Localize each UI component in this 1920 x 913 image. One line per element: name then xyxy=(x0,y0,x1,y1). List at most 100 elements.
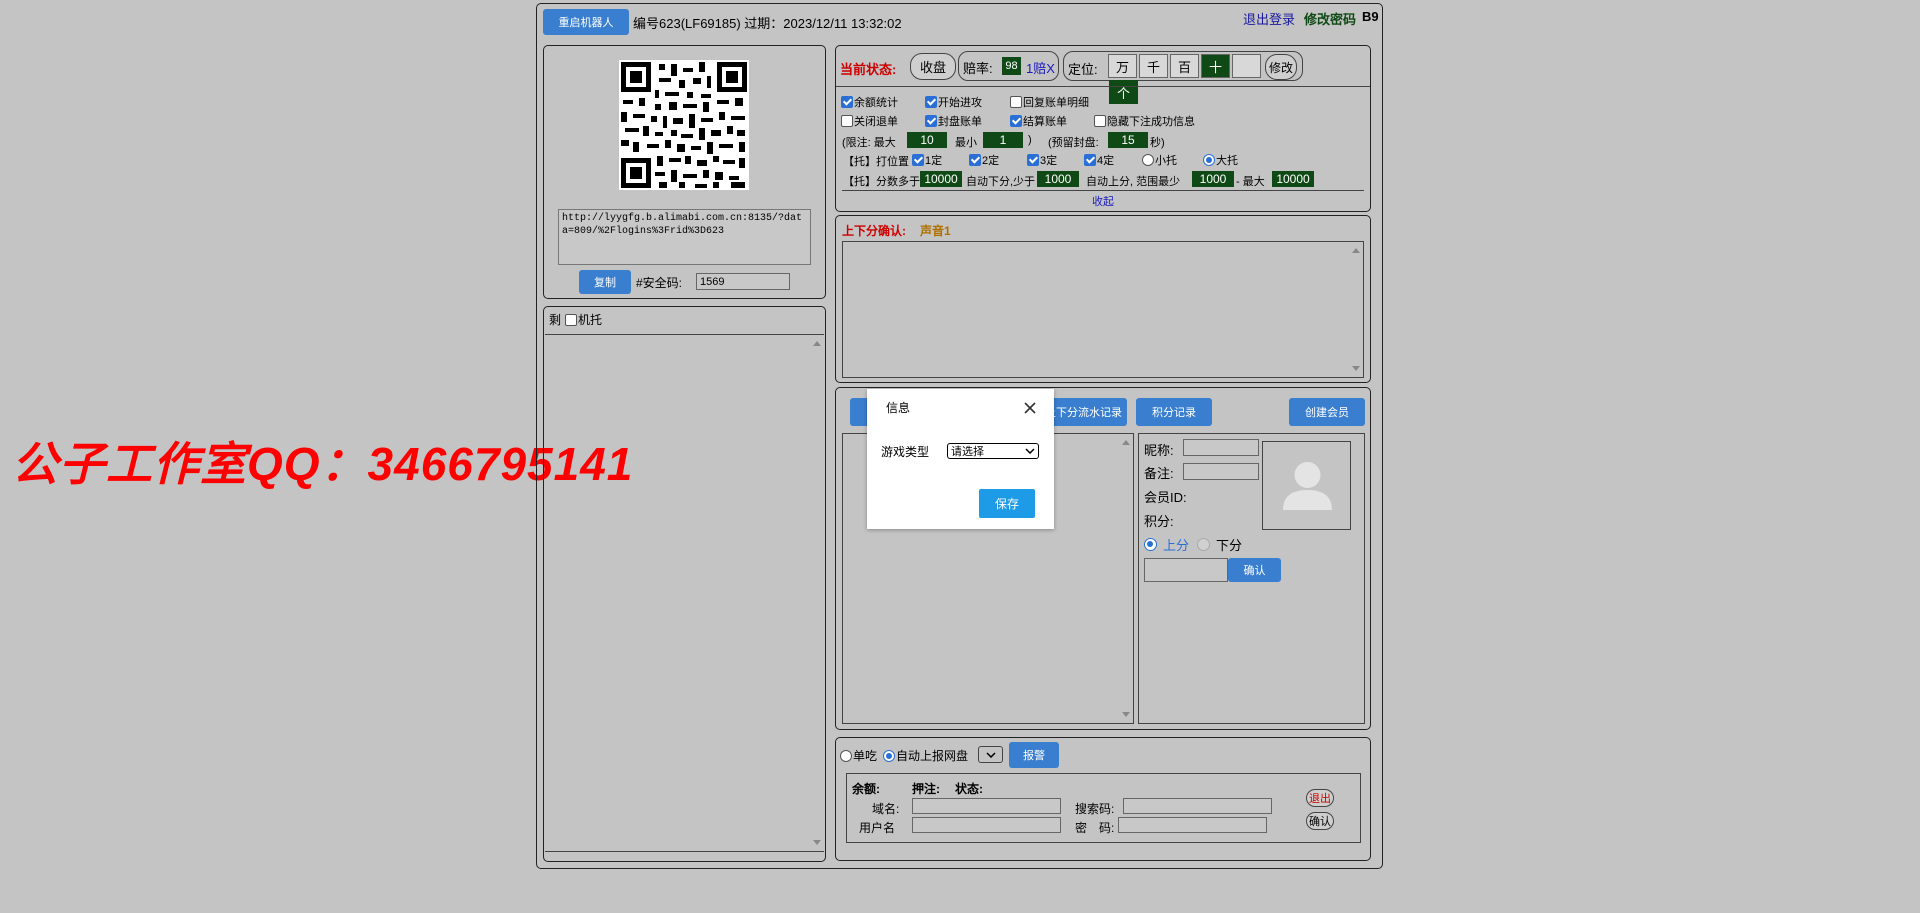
game-type-select[interactable]: 请选择 xyxy=(947,443,1039,459)
sound-label[interactable]: 声音1 xyxy=(920,222,951,239)
remaining-label: 剩 xyxy=(549,313,562,327)
settle-bill-checkbox[interactable] xyxy=(1010,115,1022,127)
support-pos-4[interactable]: 4定 xyxy=(1084,152,1114,168)
collapse-link[interactable]: 收起 xyxy=(1092,193,1114,209)
security-code-label: #安全码: xyxy=(636,276,683,290)
support-pos-2-label: 2定 xyxy=(982,155,1000,167)
robot-support-checkbox[interactable] xyxy=(565,313,578,326)
domain-input[interactable] xyxy=(912,798,1061,814)
domain-label: 域名: xyxy=(872,802,900,816)
nickname-input[interactable] xyxy=(1183,439,1259,456)
support-pos-2-checkbox[interactable] xyxy=(969,154,981,166)
support-pos-1[interactable]: 1定 xyxy=(912,152,942,168)
close-refund-checkbox[interactable] xyxy=(841,115,853,127)
left-log-area[interactable] xyxy=(545,334,824,852)
down-points-option[interactable]: 下分 xyxy=(1197,535,1242,554)
remark-input[interactable] xyxy=(1183,463,1259,480)
position-empty[interactable] xyxy=(1232,54,1261,78)
reserve-input[interactable]: 15 xyxy=(1108,132,1148,148)
confirm-log-scrollbar[interactable] xyxy=(1349,242,1363,377)
auto-report-option[interactable]: 自动上报网盘 xyxy=(883,747,968,764)
restart-robot-button[interactable]: 重启机器人 xyxy=(543,9,629,35)
support-pos-1-label: 1定 xyxy=(925,155,943,167)
logout-link[interactable]: 退出登录 xyxy=(1243,9,1295,28)
down-points-radio[interactable] xyxy=(1197,538,1210,551)
option-reply-bill-detail[interactable]: 回复账单明细 xyxy=(1010,94,1089,110)
support-pos-1-checkbox[interactable] xyxy=(912,154,924,166)
confirm-log-area[interactable] xyxy=(842,241,1364,378)
small-support-radio[interactable] xyxy=(1142,154,1154,166)
exit-button[interactable]: 退出 xyxy=(1306,789,1334,807)
close-market-button[interactable]: 收盘 xyxy=(910,53,956,80)
support-pos-4-checkbox[interactable] xyxy=(1084,154,1096,166)
security-code-input[interactable]: 1569 xyxy=(696,273,790,290)
range-max-input[interactable]: 10000 xyxy=(1272,171,1314,187)
option-start-attack[interactable]: 开始进攻 xyxy=(925,94,982,110)
limit-min-input[interactable]: 1 xyxy=(983,132,1023,148)
invite-url-text: http://lyygfg.b.alimabi.com.cn:8135/?dat… xyxy=(562,213,803,237)
option-settle-bill[interactable]: 结算账单 xyxy=(1010,113,1067,129)
score-input[interactable]: 10000 xyxy=(920,171,962,187)
modal-save-button[interactable]: 保存 xyxy=(979,489,1035,518)
member-list-scrollbar[interactable] xyxy=(1119,434,1133,723)
start-attack-label: 开始进攻 xyxy=(938,97,982,109)
close-bill-checkbox[interactable] xyxy=(925,115,937,127)
start-attack-checkbox[interactable] xyxy=(925,96,937,108)
settle-bill-label: 结算账单 xyxy=(1023,116,1067,128)
left-log-scrollbar[interactable] xyxy=(810,335,824,851)
password-input[interactable] xyxy=(1118,817,1267,833)
username-input[interactable] xyxy=(912,817,1061,833)
hide-bet-success-checkbox[interactable] xyxy=(1094,115,1106,127)
option-close-refund[interactable]: 关闭退单 xyxy=(841,113,898,129)
balance-stats-checkbox[interactable] xyxy=(841,96,853,108)
avatar xyxy=(1262,441,1351,530)
reserve-label: (预留封盘: xyxy=(1048,137,1099,149)
ok-button[interactable]: 确认 xyxy=(1306,812,1334,830)
balance-label: 余额: xyxy=(852,782,880,796)
reply-bill-detail-checkbox[interactable] xyxy=(1010,96,1022,108)
report-select[interactable] xyxy=(978,746,1003,763)
support-pos-2[interactable]: 2定 xyxy=(969,152,999,168)
position-bai[interactable]: 百 xyxy=(1170,54,1199,78)
robot-support-label: 机托 xyxy=(578,313,603,327)
points-record-button[interactable]: 积分记录 xyxy=(1136,398,1212,426)
auto-report-radio[interactable] xyxy=(883,749,895,762)
limit-max-input[interactable]: 10 xyxy=(907,132,947,148)
single-radio[interactable] xyxy=(840,749,852,762)
search-code-input[interactable] xyxy=(1123,798,1272,814)
big-support-option[interactable]: 大托 xyxy=(1203,152,1238,168)
modal-close-icon[interactable] xyxy=(1023,401,1037,415)
position-qian[interactable]: 千 xyxy=(1139,54,1168,78)
range-min-input[interactable]: 1000 xyxy=(1192,171,1234,187)
support-pos-3[interactable]: 3定 xyxy=(1027,152,1057,168)
option-balance-stats[interactable]: 余额统计 xyxy=(841,94,898,110)
support-pos-3-checkbox[interactable] xyxy=(1027,154,1039,166)
change-password-link[interactable]: 修改密码 xyxy=(1304,9,1356,28)
copy-button[interactable]: 复制 xyxy=(579,270,631,294)
position-shi[interactable]: 十 xyxy=(1201,54,1230,78)
alarm-button[interactable]: 报警 xyxy=(1009,742,1059,768)
modify-button[interactable]: 修改 xyxy=(1265,54,1297,80)
points-confirm-button[interactable]: 确认 xyxy=(1228,558,1281,582)
points-amount-input[interactable] xyxy=(1144,558,1228,582)
support-pos-3-label: 3定 xyxy=(1040,155,1058,167)
option-close-bill[interactable]: 封盘账单 xyxy=(925,113,982,129)
invite-url-textarea[interactable]: http://lyygfg.b.alimabi.com.cn:8135/?dat… xyxy=(558,209,811,265)
position-ge[interactable]: 个 xyxy=(1109,80,1138,104)
big-support-label: 大托 xyxy=(1216,155,1238,167)
up-points-option[interactable]: 上分 xyxy=(1144,535,1189,554)
single-option[interactable]: 单吃 xyxy=(840,747,877,764)
create-member-button[interactable]: 创建会员 xyxy=(1289,398,1365,426)
up-points-radio[interactable] xyxy=(1144,538,1157,551)
big-support-radio[interactable] xyxy=(1203,154,1215,166)
position-label: 定位: xyxy=(1068,62,1098,77)
small-support-option[interactable]: 小托 xyxy=(1142,152,1177,168)
modal-title: 信息 xyxy=(886,401,911,415)
limit-prefix: (限注: 最大 xyxy=(842,137,896,149)
qr-code-icon xyxy=(619,60,749,190)
option-hide-bet-success[interactable]: 隐藏下注成功信息 xyxy=(1094,113,1195,129)
odds-value[interactable]: 98 xyxy=(1002,57,1021,75)
auto-down-input[interactable]: 1000 xyxy=(1037,171,1079,187)
close-bill-label: 封盘账单 xyxy=(938,116,982,128)
position-wan[interactable]: 万 xyxy=(1108,54,1137,78)
